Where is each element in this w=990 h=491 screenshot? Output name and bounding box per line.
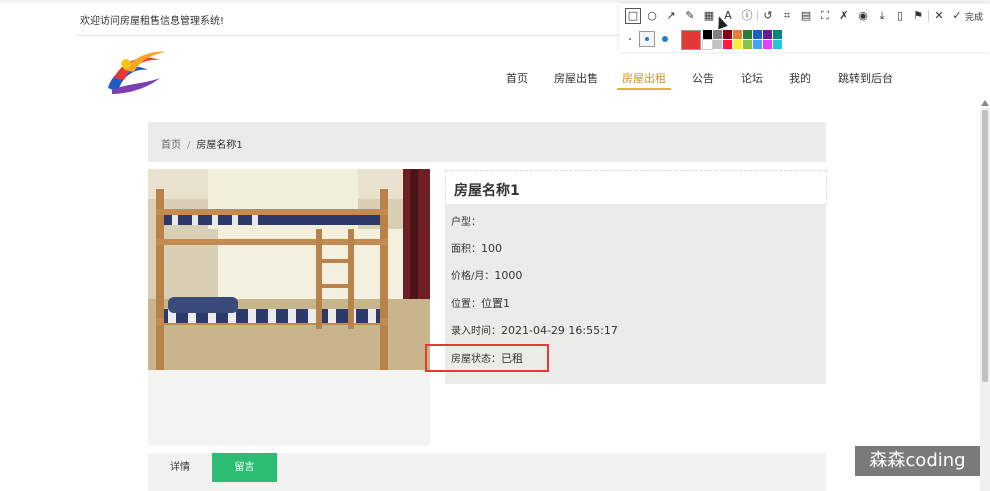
color-swatch[interactable]	[763, 30, 772, 39]
color-swatch[interactable]	[743, 30, 752, 39]
breadcrumb-current: 房屋名称1	[196, 140, 243, 151]
color-swatch[interactable]	[773, 30, 782, 39]
color-swatch[interactable]	[743, 40, 752, 49]
color-swatch[interactable]	[763, 40, 772, 49]
breadcrumb-separator: /	[187, 140, 191, 151]
house-photo	[148, 169, 430, 370]
color-swatch[interactable]	[702, 39, 713, 50]
house-title-box: 房屋名称1	[445, 170, 827, 205]
screenshot-toolbar: □ ○ ↗ ✎ ▦ A ⓘ ↺ ⌗ ▤ ⛶ ✗ ◉ ⤓ ▯ ⚑ ✕ ✓ 完成	[619, 4, 990, 52]
nav-item-admin[interactable]: 跳转到后台	[838, 70, 893, 86]
nav-item-forum[interactable]: 论坛	[741, 70, 763, 86]
field-price: 价格/月：1000	[451, 267, 522, 282]
color-swatch[interactable]	[733, 30, 742, 39]
size-large-dot[interactable]	[662, 36, 668, 42]
download-icon[interactable]: ⤓	[874, 8, 890, 24]
nav-item-mine[interactable]: 我的	[789, 70, 811, 86]
record-icon[interactable]: ◉	[855, 8, 871, 24]
color-swatch[interactable]	[723, 30, 732, 39]
main-nav: 首页 房屋出售 房屋出租 公告 论坛 我的 跳转到后台	[0, 70, 990, 94]
field-value: 2021-04-29 16:55:17	[501, 324, 618, 337]
color-swatch[interactable]	[713, 40, 722, 49]
pencil-icon[interactable]: ✎	[682, 8, 698, 24]
nav-active-underline	[617, 88, 671, 90]
field-label: 录入时间：	[451, 326, 501, 337]
color-swatch[interactable]	[753, 40, 762, 49]
save-icon[interactable]: ▯	[892, 8, 908, 24]
field-location: 位置：位置1	[451, 295, 510, 311]
toolbar-separator	[757, 10, 758, 22]
watermark: 森森coding	[855, 446, 980, 476]
nav-item-home[interactable]: 首页	[506, 70, 528, 86]
scrollbar-thumb[interactable]	[982, 110, 988, 382]
number-icon[interactable]: ⓘ	[739, 8, 755, 24]
breadcrumb: 首页 / 房屋名称1	[148, 122, 826, 162]
field-label: 面积：	[451, 244, 481, 255]
field-label: 位置：	[451, 299, 481, 310]
color-swatch[interactable]	[723, 40, 732, 49]
field-label: 价格/月：	[451, 271, 495, 282]
color-swatch[interactable]	[713, 30, 722, 39]
welcome-text: 欢迎访问房屋租售信息管理系统!	[80, 16, 225, 27]
nav-item-house-sale[interactable]: 房屋出售	[554, 70, 598, 86]
house-image-panel	[148, 169, 430, 446]
tab-details[interactable]: 详情	[148, 453, 212, 482]
field-entry-time: 录入时间：2021-04-29 16:55:17	[451, 322, 618, 337]
close-icon[interactable]: ✕	[931, 8, 947, 24]
breadcrumb-home[interactable]: 首页	[161, 140, 181, 151]
rectangle-icon[interactable]: □	[625, 8, 641, 24]
nav-item-notice[interactable]: 公告	[692, 70, 714, 86]
color-swatch[interactable]	[703, 30, 712, 39]
field-layout: 户型：	[451, 213, 481, 228]
field-area: 面积：100	[451, 240, 502, 255]
circle-icon[interactable]: ○	[644, 8, 660, 24]
arrow-icon[interactable]: ↗	[663, 8, 679, 24]
field-value: 位置1	[481, 297, 510, 310]
annotation-highlight-box	[425, 344, 549, 372]
nav-item-house-rent[interactable]: 房屋出租	[622, 70, 666, 86]
top-edge	[0, 0, 990, 3]
house-name: 房屋名称1	[454, 183, 520, 199]
field-value: 100	[481, 242, 502, 255]
toolbar-tools-row: □ ○ ↗ ✎ ▦ A ⓘ ↺ ⌗ ▤ ⛶ ✗ ◉ ⤓ ▯ ⚑ ✕ ✓ 完成	[619, 6, 990, 26]
field-value: 1000	[494, 269, 523, 282]
ocr-icon[interactable]: ▤	[798, 8, 814, 24]
pin-icon[interactable]: ✗	[836, 8, 852, 24]
fullscreen-icon[interactable]: ⛶	[817, 8, 833, 24]
check-icon[interactable]: ✓	[949, 8, 965, 24]
field-label: 户型：	[451, 217, 481, 228]
color-swatch[interactable]	[733, 40, 742, 49]
color-swatch[interactable]	[773, 40, 782, 49]
done-label[interactable]: 完成	[965, 10, 983, 23]
detail-tabs: 详情 留言	[148, 453, 826, 491]
selected-color-swatch[interactable]	[681, 30, 701, 50]
size-medium-dot	[645, 37, 649, 41]
bookmark-icon[interactable]: ⚑	[910, 8, 926, 24]
undo-icon[interactable]: ↺	[760, 8, 776, 24]
page-scrollbar[interactable]	[980, 100, 990, 491]
toolbar-separator	[928, 10, 929, 22]
size-small-dot[interactable]	[629, 38, 631, 40]
scroll-up-icon[interactable]	[981, 100, 989, 106]
crop-icon[interactable]: ⌗	[779, 8, 795, 24]
tab-messages[interactable]: 留言	[212, 453, 277, 482]
color-swatch[interactable]	[753, 30, 762, 39]
toolbar-style-row	[619, 28, 990, 50]
